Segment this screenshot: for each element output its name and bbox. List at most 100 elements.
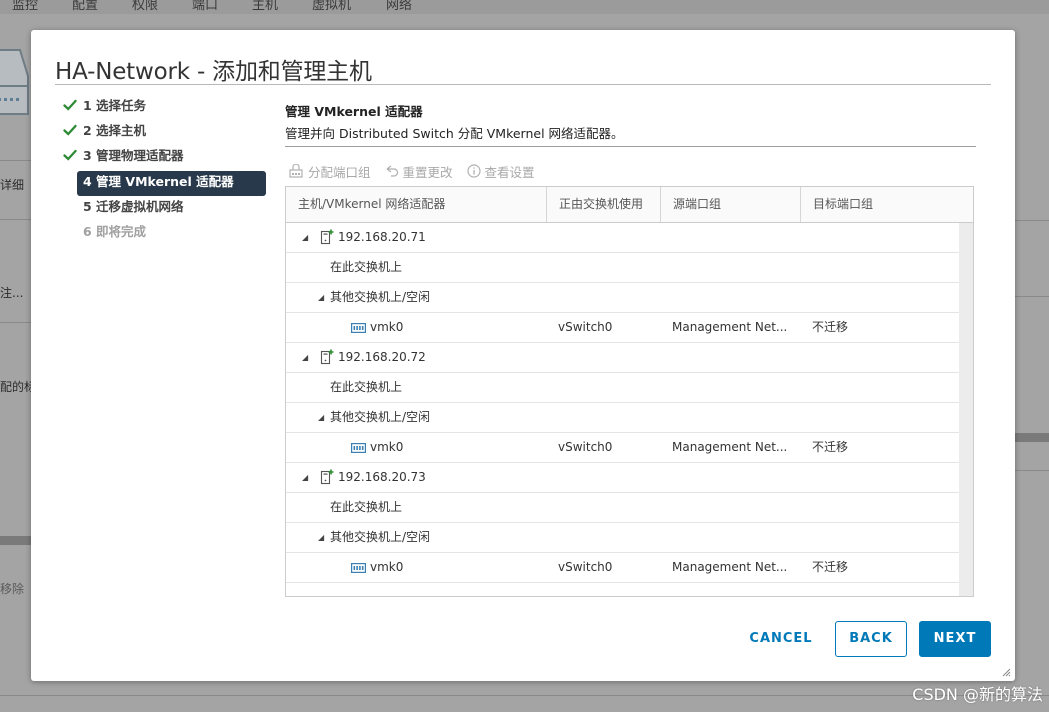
- section-divider: [285, 146, 976, 147]
- group-label: 其他交换机上/空闲: [330, 410, 431, 424]
- adapter-source-port-group: Management Net...: [672, 560, 788, 574]
- resize-grip-icon[interactable]: [1001, 667, 1011, 677]
- view-settings-label: 查看设置: [484, 164, 535, 180]
- background-nav-item: 主机: [252, 0, 279, 13]
- collapse-caret-icon[interactable]: ◢: [318, 283, 324, 312]
- background-text: 移除: [0, 582, 25, 596]
- adapter-row[interactable]: vmk0 vSwitch0 Management Net... 不迁移: [286, 433, 959, 463]
- collapse-caret-icon[interactable]: ◢: [302, 343, 308, 372]
- adapter-name: vmk0: [370, 440, 404, 454]
- check-icon: [63, 149, 77, 161]
- vmkernel-adapter-icon: [351, 323, 366, 333]
- step-label: 5 迁移虚拟机网络: [83, 199, 184, 214]
- back-button[interactable]: BACK: [835, 621, 907, 657]
- adapter-row[interactable]: vmk0 vSwitch0 Management Net... 不迁移: [286, 313, 959, 343]
- column-header-adapter[interactable]: 主机/VMkernel 网络适配器: [286, 187, 547, 222]
- add-manage-hosts-dialog: HA-Network - 添加和管理主机 1 选择任务 2 选择主机 3 管理物…: [31, 30, 1015, 681]
- group-label: 在此交换机上: [330, 260, 403, 274]
- background-nav-item: 端口: [192, 0, 219, 13]
- step-manage-vmkernel-adapters[interactable]: 4 管理 VMkernel 适配器: [77, 171, 266, 196]
- background-text: 详细: [0, 178, 25, 192]
- reset-changes-label: 重置更改: [402, 164, 453, 180]
- assign-port-group-icon: [289, 164, 303, 178]
- check-icon: [63, 124, 77, 136]
- step-label: 1 选择任务: [83, 98, 147, 113]
- group-row-other-switch[interactable]: ◢ 其他交换机上/空闲: [286, 403, 959, 433]
- group-row-other-switch[interactable]: ◢ 其他交换机上/空闲: [286, 523, 959, 553]
- step-ready-to-complete: 6 即将完成: [62, 222, 272, 247]
- adapter-name: vmk0: [370, 320, 404, 334]
- host-name: 192.168.20.73: [338, 470, 426, 484]
- background-nav-item: 监控: [12, 0, 39, 13]
- group-row-other-switch[interactable]: ◢ 其他交换机上/空闲: [286, 283, 959, 313]
- background-nav-item: 网络: [386, 0, 413, 13]
- vmkernel-adapter-icon: [351, 443, 366, 453]
- adapter-source-port-group: Management Net...: [672, 320, 788, 334]
- wizard-steps: 1 选择任务 2 选择主机 3 管理物理适配器 4 管理 VMkernel 适配…: [62, 96, 272, 247]
- adapter-row[interactable]: vmk0 vSwitch0 Management Net... 不迁移: [286, 553, 959, 583]
- adapter-name: vmk0: [370, 560, 404, 574]
- group-row-on-switch[interactable]: 在此交换机上: [286, 253, 959, 283]
- step-migrate-vm-networking[interactable]: 5 迁移虚拟机网络: [62, 197, 272, 222]
- collapse-caret-icon[interactable]: ◢: [302, 223, 308, 252]
- view-settings-button[interactable]: 查看设置: [466, 162, 535, 181]
- reset-changes-button[interactable]: 重置更改: [385, 162, 453, 181]
- host-row[interactable]: ◢ 192.168.20.71: [286, 223, 959, 253]
- host-row[interactable]: ◢ 192.168.20.73: [286, 463, 959, 493]
- adapter-target-port-group: 不迁移: [812, 560, 849, 574]
- step-select-task[interactable]: 1 选择任务: [62, 96, 272, 121]
- step-manage-physical-adapters[interactable]: 3 管理物理适配器: [62, 146, 272, 171]
- background-nav: 监控 配置 权限 端口 主机 虚拟机 网络: [0, 0, 1049, 14]
- adapter-target-port-group: 不迁移: [812, 320, 849, 334]
- step-label: 6 即将完成: [83, 224, 147, 239]
- background-divider: [1015, 220, 1049, 221]
- undo-icon: [386, 165, 398, 177]
- host-icon: [320, 469, 334, 485]
- grid-scrollbar[interactable]: [959, 223, 973, 596]
- step-select-hosts[interactable]: 2 选择主机: [62, 121, 272, 146]
- background-divider: [0, 322, 31, 323]
- grid-toolbar: 分配端口组 重置更改 查看设置: [289, 161, 549, 181]
- adapter-switch: vSwitch0: [558, 440, 613, 454]
- column-header-in-use-by[interactable]: 正由交换机使用: [547, 187, 661, 222]
- column-header-destination-port-group[interactable]: 目标端口组: [801, 187, 973, 222]
- host-row[interactable]: ◢ 192.168.20.72: [286, 343, 959, 373]
- step-label: 3 管理物理适配器: [83, 148, 184, 163]
- background-divider: [1015, 296, 1049, 297]
- host-name: 192.168.20.71: [338, 230, 426, 244]
- info-icon: [466, 164, 481, 178]
- section-description: 管理并向 Distributed Switch 分配 VMkernel 网络适配…: [285, 126, 624, 141]
- title-divider: [55, 84, 991, 85]
- background-text: 注...: [0, 286, 24, 300]
- background-divider: [0, 695, 1049, 696]
- background-bar: [0, 536, 31, 545]
- vmkernel-adapters-grid: 主机/VMkernel 网络适配器 正由交换机使用 源端口组 目标端口组 ◢ 1…: [285, 186, 974, 597]
- group-row-on-switch[interactable]: 在此交换机上: [286, 373, 959, 403]
- grid-body: ◢ 192.168.20.71 在此交换机上 ◢ 其他交换机上/空闲 vmk0 …: [286, 223, 959, 583]
- assign-port-group-label: 分配端口组: [308, 164, 371, 180]
- collapse-caret-icon[interactable]: ◢: [302, 463, 308, 492]
- adapter-switch: vSwitch0: [558, 320, 613, 334]
- vmkernel-adapter-icon: [351, 563, 366, 573]
- section-title: 管理 VMkernel 适配器: [285, 104, 423, 119]
- adapter-target-port-group: 不迁移: [812, 440, 849, 454]
- collapse-caret-icon[interactable]: ◢: [318, 523, 324, 552]
- watermark: CSDN @新的算法: [912, 685, 1043, 704]
- cancel-button[interactable]: CANCEL: [741, 621, 821, 657]
- group-label: 其他交换机上/空闲: [330, 290, 431, 304]
- group-label: 在此交换机上: [330, 380, 403, 394]
- host-icon: [320, 349, 334, 365]
- column-header-source-port-group[interactable]: 源端口组: [661, 187, 801, 222]
- dialog-title: HA-Network - 添加和管理主机: [55, 59, 372, 85]
- next-button[interactable]: NEXT: [919, 621, 991, 657]
- background-nav-item: 权限: [132, 0, 159, 13]
- background-nav-item: 配置: [72, 0, 99, 13]
- host-name: 192.168.20.72: [338, 350, 426, 364]
- collapse-caret-icon[interactable]: ◢: [318, 403, 324, 432]
- group-row-on-switch[interactable]: 在此交换机上: [286, 493, 959, 523]
- step-label: 4 管理 VMkernel 适配器: [83, 174, 234, 189]
- background-bar: [1015, 433, 1049, 442]
- assign-port-group-button[interactable]: 分配端口组: [289, 162, 371, 181]
- adapter-source-port-group: Management Net...: [672, 440, 788, 454]
- check-icon: [63, 99, 77, 111]
